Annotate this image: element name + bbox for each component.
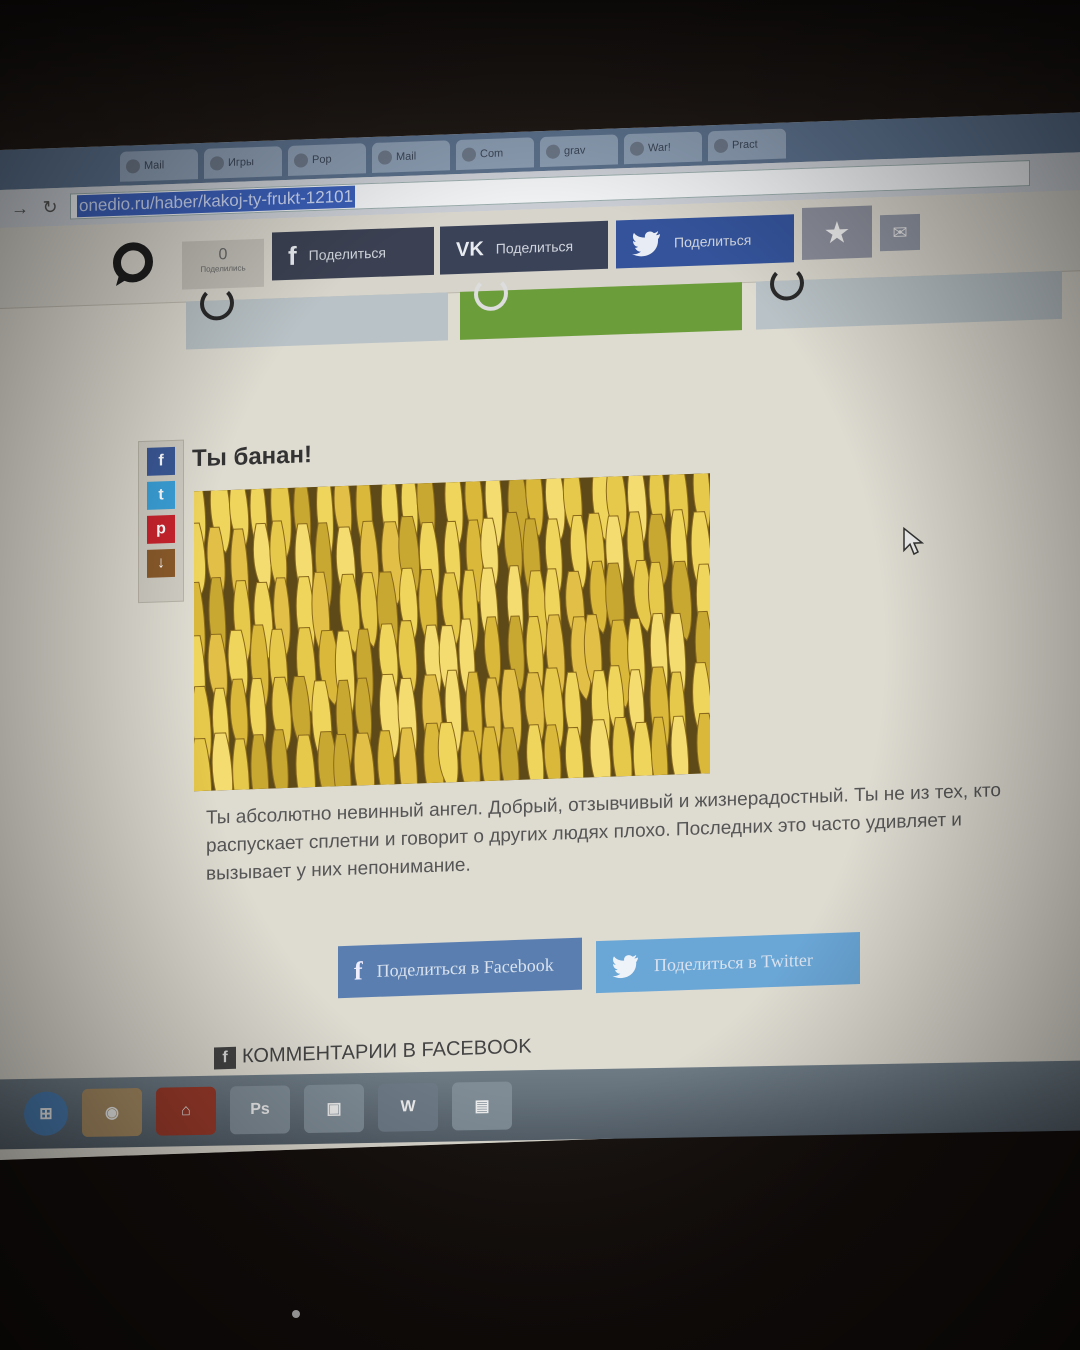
tab-label: Pract: [732, 138, 758, 152]
photoshop-icon: Ps: [250, 1100, 270, 1119]
facebook-share-label: Поделиться: [308, 244, 386, 264]
browser-tab[interactable]: Com: [456, 137, 534, 171]
result-description: Ты абсолютно невинный ангел. Добрый, отз…: [206, 780, 1001, 885]
mouse-cursor-icon: [903, 526, 924, 556]
tab-favicon-icon: [714, 138, 728, 154]
tab-favicon-icon: [210, 156, 224, 171]
photo-frame: Mail Игры Pop Mail Com grav War! Pract →…: [0, 0, 1080, 1350]
taskbar-word[interactable]: W: [378, 1082, 438, 1132]
share-counter: 0 Поделились: [182, 238, 264, 290]
pinterest-icon[interactable]: p: [147, 514, 175, 544]
option-radio-icon: [770, 265, 804, 302]
facebook-icon[interactable]: f: [147, 446, 175, 476]
tab-favicon-icon: [378, 150, 392, 165]
browser-tab[interactable]: War!: [624, 131, 702, 165]
tab-favicon-icon: [462, 147, 476, 162]
browser-tab[interactable]: grav: [540, 134, 618, 168]
browser-tab[interactable]: Mail: [372, 140, 450, 174]
facebook-share-button[interactable]: f Поделиться: [272, 226, 434, 281]
side-share-panel: f t p ↓: [138, 439, 184, 604]
taskbar-photoshop[interactable]: Ps: [230, 1085, 290, 1135]
share-twitter-label: Поделиться в Twitter: [654, 949, 813, 975]
paint-icon: ▤: [474, 1097, 490, 1116]
taskbar-chrome[interactable]: ◉: [82, 1087, 142, 1137]
browser-tab[interactable]: Игры: [204, 146, 282, 179]
tab-favicon-icon: [630, 141, 644, 156]
facebook-icon: f: [214, 1046, 236, 1070]
twitter-share-label: Поделиться: [674, 231, 752, 251]
option-check-icon: [474, 276, 508, 312]
share-twitter-button[interactable]: Поделиться в Twitter: [596, 931, 860, 994]
onedio-logo-icon: [113, 242, 153, 286]
tab-favicon-icon: [294, 153, 308, 168]
acrobat-icon: ⌂: [181, 1102, 191, 1120]
url-text: onedio.ru/haber/kakoj-ty-frukt-12101: [77, 185, 356, 218]
twitter-bird-icon: [612, 954, 638, 979]
favorite-button[interactable]: ★: [802, 205, 872, 260]
tab-label: Игры: [228, 156, 254, 170]
twitter-share-button[interactable]: Поделиться: [616, 214, 794, 269]
quiz-option-card[interactable]: [756, 265, 1062, 330]
power-led: [292, 1310, 300, 1318]
share-facebook-button[interactable]: f Поделиться в Facebook: [338, 937, 582, 999]
share-facebook-label: Поделиться в Facebook: [376, 954, 554, 981]
browser-tab[interactable]: Mail: [120, 149, 198, 182]
reload-icon[interactable]: ↻: [40, 196, 60, 218]
browser-tab[interactable]: Pract: [708, 128, 786, 162]
forward-icon[interactable]: →: [10, 197, 30, 219]
vk-share-button[interactable]: VK Поделиться: [440, 220, 608, 275]
app-icon: ▣: [326, 1100, 342, 1118]
monitor-screen: Mail Игры Pop Mail Com grav War! Pract →…: [0, 112, 1080, 1161]
email-share-button[interactable]: ✉: [880, 213, 920, 252]
quiz-option-card-selected[interactable]: [460, 276, 742, 340]
quiz-option-card[interactable]: [186, 285, 448, 350]
tab-label: Mail: [396, 150, 417, 164]
star-icon: ★: [823, 215, 851, 250]
download-icon[interactable]: ↓: [147, 548, 175, 578]
comments-heading-text: КОММЕНТАРИИ В FACEBOOK: [242, 1035, 532, 1068]
share-count-label: Поделились: [200, 263, 246, 275]
tab-favicon-icon: [126, 159, 140, 174]
facebook-comments-heading: f КОММЕНТАРИИ В FACEBOOK: [214, 1035, 532, 1070]
banana-pile-illustration: [194, 473, 710, 792]
chrome-icon: ◉: [105, 1104, 119, 1122]
taskbar-paint[interactable]: ▤: [452, 1081, 512, 1131]
twitter-icon[interactable]: t: [147, 480, 175, 510]
browser-tab[interactable]: Pop: [288, 143, 366, 176]
web-page: 0 Поделились f Поделиться VK Поделиться …: [0, 190, 1080, 1160]
taskbar-app[interactable]: ▣: [304, 1084, 364, 1134]
tab-favicon-icon: [546, 144, 560, 159]
vk-share-label: Поделиться: [495, 237, 574, 257]
tab-label: Mail: [144, 159, 165, 172]
banana-image: [194, 473, 710, 792]
facebook-icon: f: [288, 240, 297, 271]
facebook-icon: f: [354, 956, 363, 986]
twitter-bird-icon: [632, 231, 660, 257]
taskbar-acrobat[interactable]: ⌂: [156, 1086, 216, 1136]
result-title: Ты банан!: [192, 441, 313, 473]
tab-label: Com: [480, 147, 504, 161]
start-button[interactable]: ⊞: [24, 1091, 68, 1137]
option-radio-icon: [200, 285, 234, 322]
windows-logo-icon: ⊞: [39, 1105, 53, 1123]
banana-shape: [696, 712, 710, 792]
vk-icon: VK: [456, 237, 484, 261]
mail-icon: ✉: [892, 221, 908, 243]
tab-label: Pop: [312, 153, 332, 167]
tab-label: grav: [564, 144, 586, 158]
word-icon: W: [400, 1098, 416, 1116]
tab-label: War!: [648, 141, 671, 155]
